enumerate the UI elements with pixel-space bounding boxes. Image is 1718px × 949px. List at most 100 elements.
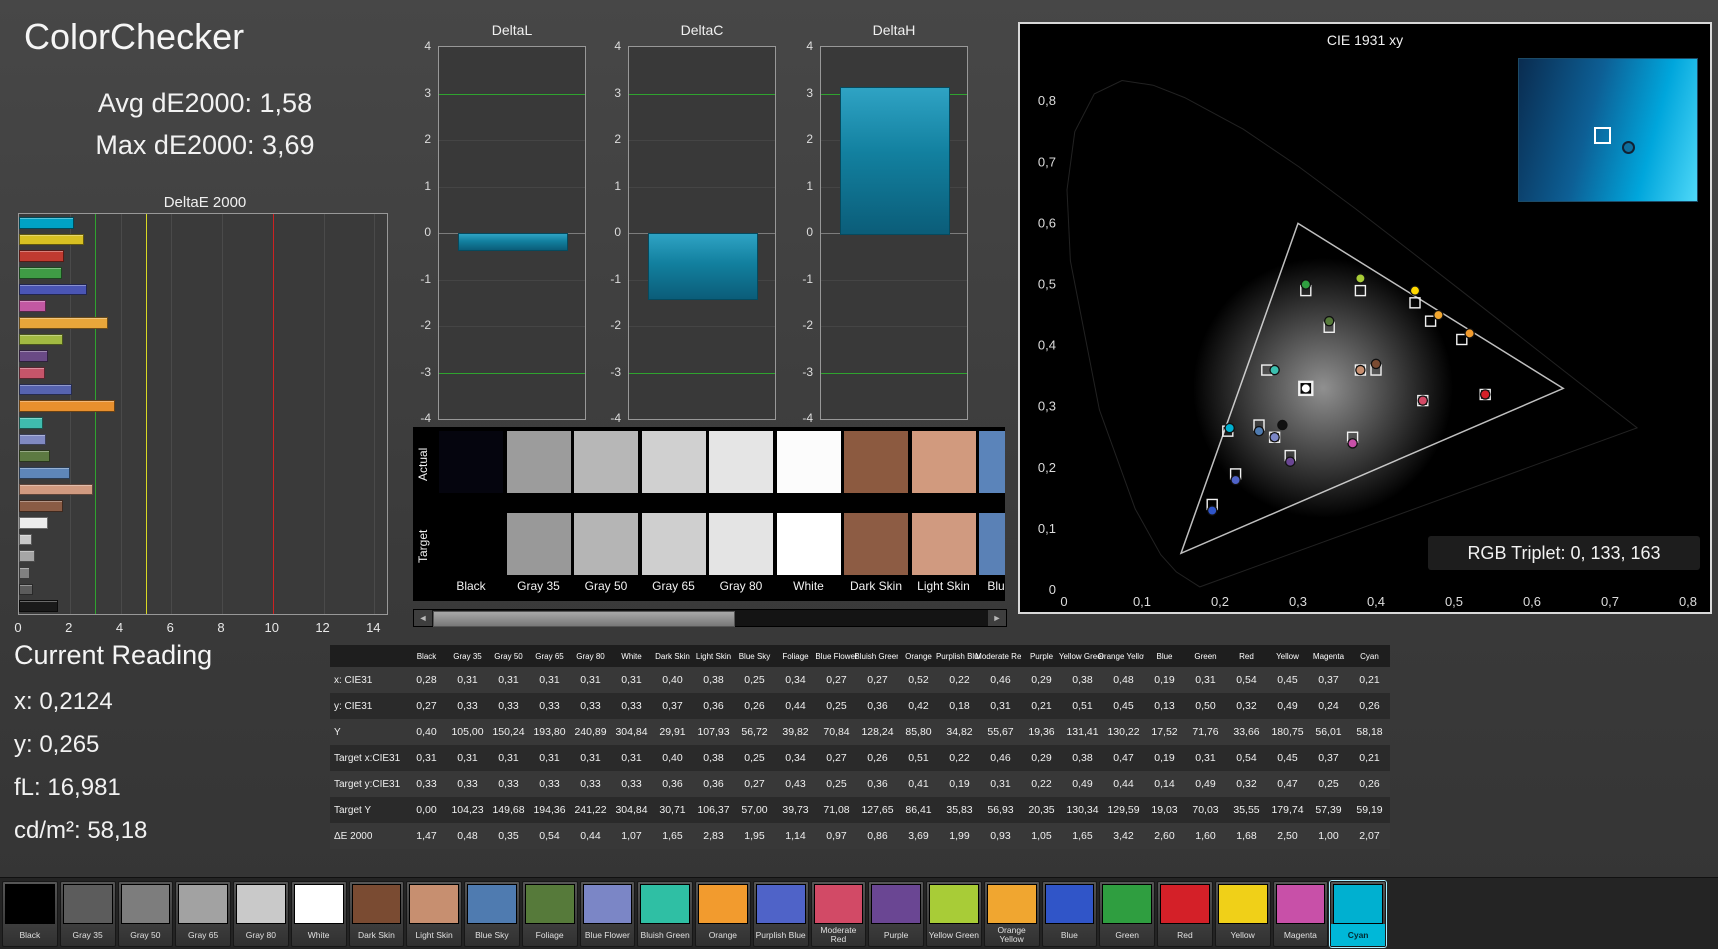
scroll-right-button[interactable]: ► <box>988 610 1006 626</box>
table-cell: 0,50 <box>1185 693 1226 719</box>
scroll-left-button[interactable]: ◄ <box>414 610 432 626</box>
col-header: Magenta <box>1308 645 1349 667</box>
patch-button-blue-sky[interactable]: Blue Sky <box>464 881 520 947</box>
current-reading-fl: fL: 16,981 <box>14 774 121 802</box>
table-cell: 56,72 <box>734 719 775 745</box>
patch-button-purple[interactable]: Purple <box>868 881 924 947</box>
table-cell: 0,86 <box>857 823 898 849</box>
reference-line <box>273 214 274 614</box>
cie-panel: 00,10,20,30,40,50,60,70,800,10,20,30,40,… <box>1018 22 1712 614</box>
table-cell: 0,31 <box>980 693 1021 719</box>
gridline <box>374 214 375 614</box>
gridline <box>439 187 585 188</box>
patch-button-purplish-blue[interactable]: Purplish Blue <box>753 881 809 947</box>
patch-button-magenta[interactable]: Magenta <box>1273 881 1329 947</box>
patch-button-orange[interactable]: Orange <box>695 881 751 947</box>
table-cell: 0,32 <box>1226 771 1267 797</box>
table-corner <box>330 645 406 667</box>
patch-swatch <box>929 884 979 924</box>
table-cell: 35,55 <box>1226 797 1267 823</box>
table-cell: 0,21 <box>1349 667 1390 693</box>
cie-measured-black <box>1278 420 1287 429</box>
table-cell: 71,08 <box>816 797 857 823</box>
table-cell: 0,31 <box>529 667 570 693</box>
swatch-actual <box>844 431 908 493</box>
cie-zoom-inset <box>1518 58 1698 202</box>
patch-label: Gray 80 <box>234 924 288 946</box>
table-cell: 0,33 <box>406 771 447 797</box>
patch-button-gray-65[interactable]: Gray 65 <box>175 881 231 947</box>
deltae-bar <box>19 350 48 362</box>
x-tick-label: 0 <box>8 620 28 635</box>
gridline <box>439 373 585 374</box>
cie-measured-blue-sky <box>1254 427 1263 436</box>
patch-button-orange-yellow[interactable]: Orange Yellow <box>984 881 1040 947</box>
deltac-plot <box>628 46 776 420</box>
patch-button-green[interactable]: Green <box>1099 881 1155 947</box>
table-cell: 0,41 <box>898 771 939 797</box>
table-cell: 57,39 <box>1308 797 1349 823</box>
patch-button-foliage[interactable]: Foliage <box>522 881 578 947</box>
table-cell: 0,42 <box>898 693 939 719</box>
patch-button-moderate-red[interactable]: Moderate Red <box>811 881 867 947</box>
patch-swatch <box>698 884 748 924</box>
patch-button-blue-flower[interactable]: Blue Flower <box>580 881 636 947</box>
patch-button-gray-80[interactable]: Gray 80 <box>233 881 289 947</box>
table-cell: 149,68 <box>488 797 529 823</box>
table-cell: 0,18 <box>939 693 980 719</box>
patch-button-light-skin[interactable]: Light Skin <box>406 881 462 947</box>
patch-button-yellow-green[interactable]: Yellow Green <box>926 881 982 947</box>
patch-button-white[interactable]: White <box>291 881 347 947</box>
patch-button-blue[interactable]: Blue <box>1042 881 1098 947</box>
patch-button-cyan[interactable]: Cyan <box>1330 881 1386 947</box>
table-cell: 0,28 <box>406 667 447 693</box>
svg-text:0,6: 0,6 <box>1038 215 1056 230</box>
swatch-actual <box>574 431 638 493</box>
table-cell: 0,44 <box>1103 771 1144 797</box>
patch-button-gray-50[interactable]: Gray 50 <box>118 881 174 947</box>
swatch-label: Dark Skin <box>844 579 908 593</box>
patch-button-yellow[interactable]: Yellow <box>1215 881 1271 947</box>
patch-button-red[interactable]: Red <box>1157 881 1213 947</box>
patch-swatch <box>1102 884 1152 924</box>
table-cell: 0,45 <box>1267 667 1308 693</box>
table-cell: 150,24 <box>488 719 529 745</box>
table-cell: 0,49 <box>1185 771 1226 797</box>
patch-button-dark-skin[interactable]: Dark Skin <box>349 881 405 947</box>
table-cell: 0,27 <box>734 771 775 797</box>
row-label: Target x:CIE31 <box>330 745 406 771</box>
col-header: Blue Flower <box>816 645 857 667</box>
table-cell: 0,44 <box>570 823 611 849</box>
patch-swatch <box>1218 884 1268 924</box>
patch-swatch <box>409 884 459 924</box>
scrollbar-thumb[interactable] <box>433 611 735 627</box>
col-header: Dark Skin <box>652 645 693 667</box>
patch-button-gray-35[interactable]: Gray 35 <box>60 881 116 947</box>
patch-label: Red <box>1158 924 1212 946</box>
row-label: Target Y <box>330 797 406 823</box>
table-cell: 0,37 <box>652 693 693 719</box>
patch-label: Bluish Green <box>638 924 692 946</box>
table-cell: 0,48 <box>447 823 488 849</box>
table-cell: 59,19 <box>1349 797 1390 823</box>
swatch-scrollbar[interactable]: ◄ ► <box>413 609 1007 627</box>
deltae-bar <box>19 400 115 412</box>
table-cell: 128,24 <box>857 719 898 745</box>
patch-button-black[interactable]: Black <box>2 881 58 947</box>
gridline <box>70 214 71 614</box>
table-cell: 2,83 <box>693 823 734 849</box>
patch-button-bluish-green[interactable]: Bluish Green <box>637 881 693 947</box>
cie-title: CIE 1931 xy <box>1020 32 1710 48</box>
deltae-bar <box>19 384 72 396</box>
swatch-board: Actual Target BlackGray 35Gray 50Gray 65… <box>413 427 1005 601</box>
table-cell: 2,50 <box>1267 823 1308 849</box>
x-tick-label: 2 <box>59 620 79 635</box>
patch-label: Yellow Green <box>927 924 981 946</box>
row-label: y: CIE31 <box>330 693 406 719</box>
table-cell: 0,13 <box>1144 693 1185 719</box>
table-cell: 0,45 <box>1267 745 1308 771</box>
table-cell: 71,76 <box>1185 719 1226 745</box>
table-cell: 58,18 <box>1349 719 1390 745</box>
y-tick-label: 1 <box>411 179 431 193</box>
table-cell: 104,23 <box>447 797 488 823</box>
